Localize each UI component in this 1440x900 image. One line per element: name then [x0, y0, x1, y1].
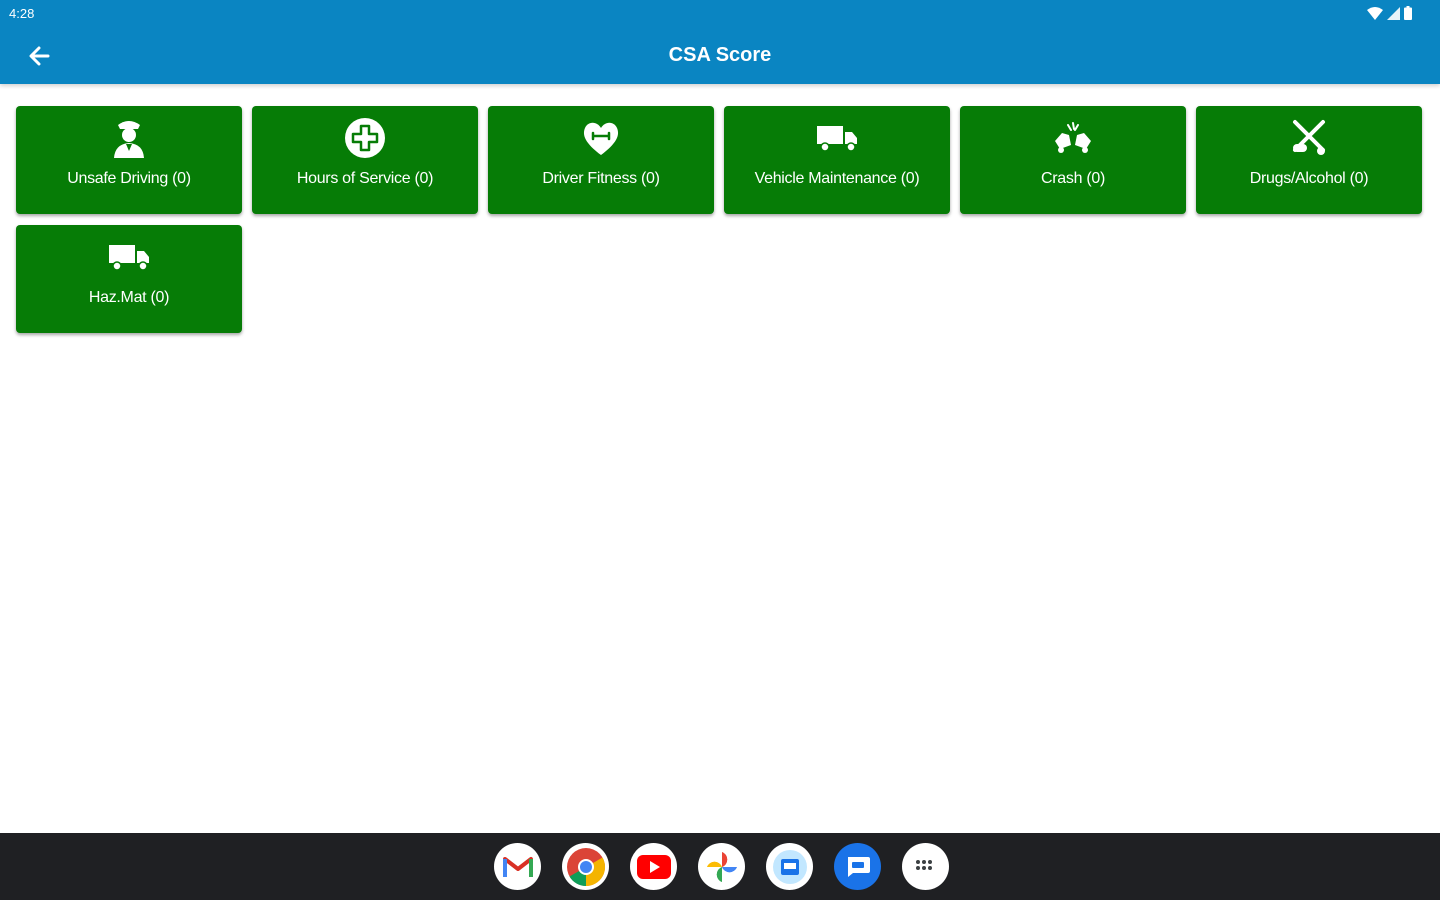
- csa-category-grid: Unsafe Driving (0) Hours of Service (0) …: [16, 106, 1426, 333]
- drugs-icon: [1293, 120, 1325, 155]
- tile-label: Vehicle Maintenance (0): [754, 170, 920, 187]
- heart-fitness-icon: [583, 122, 619, 155]
- photos-icon[interactable]: [698, 843, 745, 890]
- tile-label: Haz.Mat (0): [88, 289, 170, 306]
- hazmat-truck-icon: [109, 245, 149, 271]
- truck-icon: [817, 126, 857, 152]
- status-time: 4:28: [9, 6, 35, 21]
- tile-hazmat[interactable]: Haz.Mat (0): [16, 225, 242, 333]
- tile-label: Driver Fitness (0): [542, 170, 660, 187]
- app-bar: 4:28 CSA Score: [0, 0, 1440, 84]
- tile-vehicle-maintenance[interactable]: Vehicle Maintenance (0): [724, 106, 950, 214]
- chrome-icon[interactable]: [562, 843, 609, 890]
- tile-unsafe-driving[interactable]: Unsafe Driving (0): [16, 106, 242, 214]
- app-dock: [494, 843, 949, 890]
- tile-label: Drugs/Alcohol (0): [1249, 170, 1369, 187]
- driver-icon: [114, 121, 144, 158]
- tile-crash[interactable]: Crash (0): [960, 106, 1186, 214]
- medical-cross-icon: [345, 118, 385, 158]
- page-title: CSA Score: [668, 44, 772, 66]
- tile-label: Unsafe Driving (0): [67, 170, 191, 187]
- status-icons: [1367, 6, 1412, 20]
- crash-icon: [1055, 122, 1091, 153]
- tile-label: Crash (0): [1041, 170, 1105, 187]
- signal-icon: [1387, 6, 1400, 20]
- app-drawer-icon[interactable]: [902, 843, 949, 890]
- messages-icon[interactable]: [834, 843, 881, 890]
- tile-driver-fitness[interactable]: Driver Fitness (0): [488, 106, 714, 214]
- tile-drugs-alcohol[interactable]: Drugs/Alcohol (0): [1196, 106, 1422, 214]
- battery-icon: [1404, 6, 1412, 20]
- tile-hours-of-service[interactable]: Hours of Service (0): [252, 106, 478, 214]
- wifi-icon: [1367, 6, 1383, 20]
- gmail-icon[interactable]: [494, 843, 541, 890]
- youtube-icon[interactable]: [630, 843, 677, 890]
- tile-label: Hours of Service (0): [296, 170, 434, 187]
- files-icon[interactable]: [766, 843, 813, 890]
